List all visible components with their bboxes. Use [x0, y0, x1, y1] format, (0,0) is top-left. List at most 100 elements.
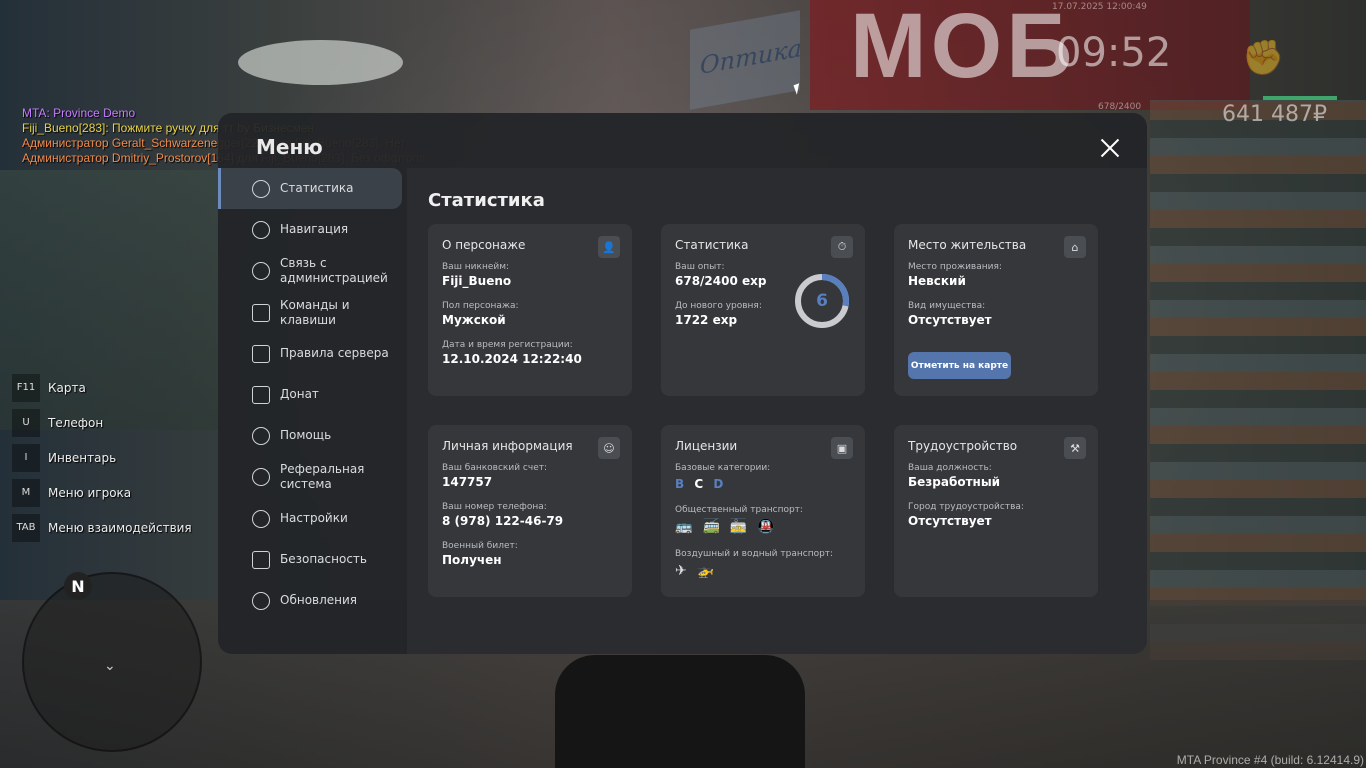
field-label: Ваш банковский счет: — [442, 463, 548, 473]
heart-icon — [252, 426, 270, 445]
field-label: Ваша должность: — [908, 463, 992, 473]
license-category-b: B — [675, 477, 685, 491]
key-cap: U — [12, 408, 40, 437]
field-value: Отсутствует — [908, 313, 992, 327]
card-title: О персонаже — [442, 238, 526, 252]
hud-clock: 09:52 — [1056, 30, 1172, 76]
mouse-cursor — [793, 83, 803, 95]
network-icon — [252, 468, 270, 486]
menu-sidebar: Статистика Навигация Связь с администрац… — [218, 168, 406, 621]
sidebar-item-label: Навигация — [280, 222, 349, 236]
field-label: Военный билет: — [442, 541, 518, 551]
sidebar-item-label: Связь с администрацией — [280, 256, 388, 285]
sidebar-item-donate[interactable]: Донат — [218, 374, 406, 415]
card-level: Статистика ⏱ Ваш опыт: 678/2400 exp До но… — [661, 224, 865, 396]
hotkey-phone[interactable]: U Телефон — [12, 405, 192, 440]
field-label: Воздушный и водный транспорт: — [675, 549, 834, 559]
field-label: Базовые категории: — [675, 463, 771, 473]
field-label: Ваш никнейм: — [442, 262, 510, 272]
menu-title: Меню — [256, 135, 323, 159]
hotkey-label: Меню игрока — [48, 485, 132, 500]
trolleybus-icon: 🚎 — [702, 519, 720, 535]
field-value: 678/2400 exp — [675, 274, 767, 288]
field-label: Пол персонажа: — [442, 301, 519, 311]
field-base-categories: Базовые категории: — [675, 463, 770, 473]
sidebar-item-statistics[interactable]: Статистика — [218, 168, 402, 209]
hud-exp: 678/2400 — [1098, 102, 1142, 112]
hotkey-player-menu[interactable]: M Меню игрока — [12, 475, 192, 510]
field-value: Отсутствует — [908, 514, 992, 528]
hud-datetime: 17.07.2025 12:00:49 — [1052, 2, 1147, 12]
hammer-icon: ⚒ — [1064, 437, 1086, 459]
hotkey-label: Инвентарь — [48, 450, 117, 465]
field-value: Fiji_Bueno — [442, 274, 512, 288]
field-value: Получен — [442, 553, 502, 567]
health-bar — [1263, 96, 1337, 100]
license-categories: B C D — [675, 477, 729, 491]
sidebar-item-security[interactable]: Безопасность — [218, 539, 406, 580]
card-title: Место жительства — [908, 238, 1027, 252]
license-category-d: D — [713, 477, 724, 491]
field-label: Город трудоустройства: — [908, 502, 1024, 512]
license-category-c: C — [694, 477, 704, 491]
sidebar-item-label: Правила сервера — [280, 346, 389, 360]
document-icon — [252, 303, 270, 322]
field-label: Вид имущества: — [908, 301, 986, 311]
tram-icon: 🚋 — [729, 519, 748, 535]
hotkey-label: Телефон — [48, 415, 104, 430]
field-next-level: До нового уровня: 1722 exp — [675, 301, 762, 327]
hotkey-interaction-menu[interactable]: TAB Меню взаимодействия — [12, 510, 192, 545]
wallet-icon — [252, 385, 270, 404]
minimap: N ⌄ — [22, 572, 202, 752]
sidebar-item-label: Донат — [280, 387, 319, 401]
mark-on-map-button[interactable]: Отметить на карте — [908, 352, 1011, 379]
id-card-icon: ▣ — [831, 437, 853, 459]
hotkey-inventory[interactable]: I Инвентарь — [12, 440, 192, 475]
sidebar-item-updates[interactable]: Обновления — [218, 580, 406, 621]
sidebar-item-help[interactable]: Помощь — [218, 415, 406, 456]
sidebar-item-referral[interactable]: Реферальная система — [218, 456, 406, 498]
level-number: 6 — [816, 291, 828, 311]
sidebar-item-label: Помощь — [280, 428, 332, 442]
field-residence: Место проживания: Невский — [908, 262, 1002, 288]
field-public-transport: Общественный транспорт: — [675, 505, 803, 515]
background-chandelier — [238, 40, 403, 85]
sidebar-item-settings[interactable]: Настройки — [218, 498, 406, 539]
bus-icon: 🚌 — [675, 519, 693, 535]
sidebar-item-rules[interactable]: Правила сервера — [218, 333, 406, 374]
field-nickname: Ваш никнейм: Fiji_Bueno — [442, 262, 511, 288]
pie-chart-icon — [252, 179, 270, 198]
field-label: Место проживания: — [908, 262, 1002, 272]
fist-icon: ✊ — [1242, 38, 1285, 78]
person-icon: 👤 — [598, 236, 620, 258]
field-military-id: Военный билет: Получен — [442, 541, 518, 567]
field-phone: Ваш номер телефона: 8 (978) 122-46-79 — [442, 502, 563, 528]
card-licenses: Лицензии ▣ Базовые категории: B C D Обще… — [661, 425, 865, 597]
background-optika-sign: Оптика — [690, 10, 802, 110]
scales-icon — [252, 344, 270, 363]
field-value: 8 (978) 122-46-79 — [442, 514, 564, 528]
key-cap: TAB — [12, 513, 40, 542]
key-cap: I — [12, 443, 40, 472]
shield-icon — [252, 550, 270, 569]
field-position: Ваша должность: Безработный — [908, 463, 1000, 489]
metro-icon: 🚇 — [757, 519, 775, 535]
hotkey-label: Карта — [48, 380, 86, 395]
compass-icon — [252, 220, 270, 239]
field-label: Ваш номер телефона: — [442, 502, 547, 512]
player-character — [555, 655, 805, 768]
sidebar-item-commands[interactable]: Команды и клавиши — [218, 292, 406, 333]
hotkey-map[interactable]: F11 Карта — [12, 370, 192, 405]
sidebar-item-label: Безопасность — [280, 552, 367, 566]
field-property: Вид имущества: Отсутствует — [908, 301, 992, 327]
close-icon[interactable] — [1099, 137, 1121, 159]
hotkey-list: F11 Карта U Телефон I Инвентарь M Меню игрок… — [12, 370, 192, 545]
sidebar-item-label: Команды и клавиши — [280, 297, 350, 327]
house-icon: ⌂ — [1064, 236, 1086, 258]
section-title: Статистика — [428, 190, 545, 211]
sidebar-item-contact-admin[interactable]: Связь с администрацией — [218, 250, 406, 292]
background-sign-text: МОБ — [850, 0, 1077, 97]
key-cap: M — [12, 478, 40, 507]
sidebar-item-navigation[interactable]: Навигация — [218, 209, 406, 250]
field-label: Ваш опыт: — [675, 262, 725, 272]
